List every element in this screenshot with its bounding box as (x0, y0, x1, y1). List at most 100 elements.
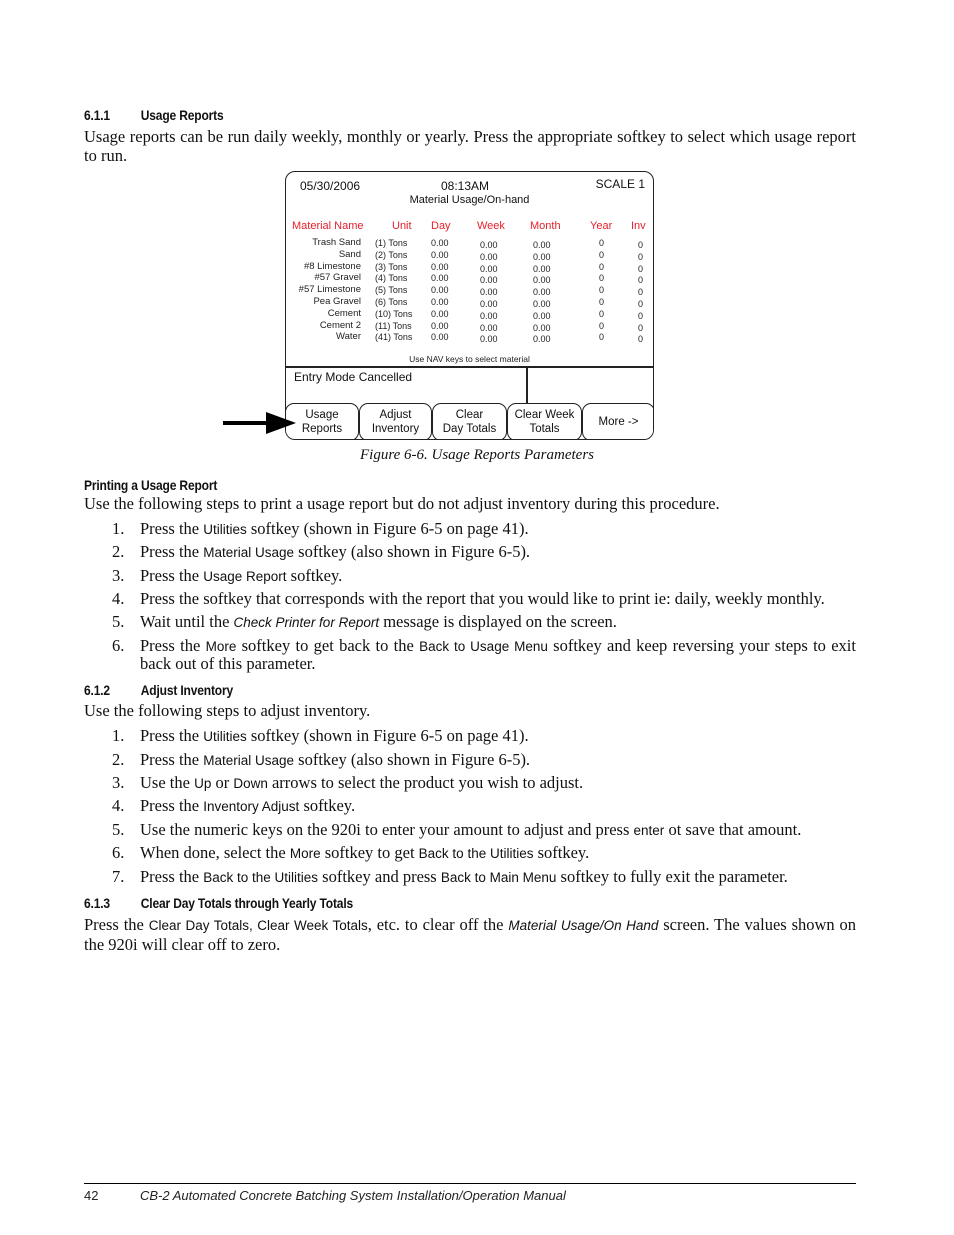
softkey-reference: More (289, 846, 321, 861)
year-cell: 0 (599, 332, 605, 343)
step-number: 1. (112, 519, 125, 538)
week-cell: 0.00 (480, 251, 498, 262)
text-run: Press the (140, 726, 204, 745)
month-cell: 0.00 (533, 299, 551, 309)
step-text: Press the Usage Report softkey. (140, 567, 856, 585)
step-text: Press the Utilities softkey (shown in Fi… (140, 520, 856, 538)
softkey-reference: Back to Usage Menu (419, 639, 548, 654)
step-text: Press the Utilities softkey (shown in Fi… (140, 727, 856, 745)
material-name: #57 Limestone (298, 284, 361, 296)
softkey-reference: Utilities (203, 522, 247, 537)
week-cell: 0.00 (480, 334, 498, 345)
step-number: 2. (112, 542, 125, 561)
screen-title: Material Usage/On-hand (409, 194, 530, 206)
footer-rule (84, 1183, 856, 1184)
text-run: softkey (also shown in Figure 6-5). (294, 542, 531, 561)
material-name: Cement (327, 307, 361, 319)
screen-date: 05/30/2006 (300, 179, 361, 193)
day-cell: 0.00 (431, 273, 449, 284)
step-text: Press the Material Usage softkey (also s… (140, 543, 856, 561)
nav-hint: Use NAV keys to select material (409, 354, 530, 364)
week-cell: 0.00 (480, 310, 498, 321)
screen-time: 08:13AM (441, 179, 490, 193)
section-title: Adjust Inventory (140, 682, 234, 698)
material-name: #57 Gravel (314, 272, 361, 284)
text-run: Wait until the (140, 612, 234, 631)
subheading-printing: Printing a Usage Report (84, 477, 218, 493)
softkey-more[interactable]: More -> (582, 403, 653, 439)
softkey-reference: Clear Day Totals, Clear Week Totals (148, 918, 368, 933)
section-heading-6-1-3: 6.1.3 Clear Day Totals through Yearly Tot… (84, 895, 353, 911)
list-item: 4. Press the Inventory Adjust softkey. (112, 797, 856, 815)
year-cell: 0 (599, 308, 605, 319)
pointer-arrow-icon (223, 421, 269, 425)
step-text: Press the Back to the Utilities softkey … (140, 868, 856, 886)
section-title: Usage Reports (140, 107, 224, 123)
step-number: 5. (112, 820, 125, 839)
softkey-reference: Material Usage (203, 753, 295, 768)
month-cell: 0.00 (533, 310, 551, 321)
section-intro-usage-reports: Usage reports can be run daily weekly, m… (84, 127, 856, 165)
screen-message-reference: Material Usage/On Hand (508, 918, 659, 933)
manual-title: CB-2 Automated Concrete Batching System … (140, 1188, 566, 1203)
step-number: 3. (112, 773, 125, 792)
unit-cell: (1) Tons (375, 238, 408, 248)
text-run: softkey to fully exit the parameter. (556, 867, 788, 886)
list-item: 2. Press the Material Usage softkey (also… (112, 751, 856, 769)
divider (526, 367, 528, 405)
list-item: 6. When done, select the More softkey to … (112, 844, 856, 862)
text-run: Press the (140, 796, 204, 815)
step-number: 6. (112, 636, 125, 655)
softkey-adjust-inventory[interactable]: Adjust Inventory (359, 403, 432, 439)
text-run: Press the (140, 636, 206, 655)
text-run: Press the (84, 915, 149, 934)
text-run: softkey. (286, 566, 343, 585)
text-run: Use the (140, 773, 195, 792)
year-cell: 0 (599, 273, 605, 284)
unit-cell: (41) Tons (375, 332, 413, 343)
softkey-clear-day-totals[interactable]: Clear Day Totals (432, 403, 507, 439)
section-heading-6-1-2: 6.1.2 Adjust Inventory (84, 682, 233, 698)
unit-cell: (6) Tons (375, 297, 408, 307)
week-cell: 0.00 (480, 287, 498, 298)
year-cell: 0 (599, 238, 605, 248)
unit-cell: (11) Tons (375, 320, 412, 331)
step-number: 3. (112, 566, 125, 585)
inv-cell: 0 (638, 334, 644, 345)
list-item: 1. Press the Utilities softkey (shown in … (112, 520, 856, 538)
text-run: softkey to get back to the (236, 636, 420, 655)
step-text: Press the softkey that corresponds with … (140, 590, 856, 607)
list-item: 7. Press the Back to the Utilities softke… (112, 868, 856, 886)
text-run: softkey to get (320, 843, 419, 862)
text-run: Press the (140, 566, 204, 585)
text-run: softkey (shown in Figure 6-5 on page 41)… (246, 726, 529, 745)
softkey-reference: Usage Report (203, 569, 287, 584)
material-name: Cement 2 (319, 319, 361, 331)
softkey-clear-week-totals[interactable]: Clear Week Totals (507, 403, 582, 439)
text-run: softkey and press (318, 867, 441, 886)
week-cell: 0.00 (480, 240, 498, 250)
column-header: Unit (392, 220, 412, 232)
material-name: Pea Gravel (313, 296, 361, 307)
step-text: Wait until the Check Printer for Report … (140, 613, 856, 631)
year-cell: 0 (599, 297, 605, 307)
day-cell: 0.00 (431, 308, 449, 319)
year-cell: 0 (599, 285, 605, 296)
softkey-bar: Usage Reports Adjust Inventory Clear Day To… (286, 403, 653, 439)
day-cell: 0.00 (431, 297, 449, 307)
step-number: 4. (112, 796, 125, 815)
inv-cell: 0 (638, 263, 644, 274)
step-text: When done, select the More softkey to ge… (140, 844, 856, 862)
list-item: 1. Press the Utilities softkey (shown in … (112, 727, 856, 745)
pointer-arrow-head-icon (266, 412, 296, 434)
softkey-reference: Back to the Utilities (418, 846, 534, 861)
day-cell: 0.00 (431, 249, 449, 260)
unit-cell: (5) Tons (375, 285, 408, 296)
step-number: 1. (112, 726, 125, 745)
softkey-usage-reports[interactable]: Usage Reports (286, 403, 359, 439)
month-cell: 0.00 (533, 240, 551, 250)
status-message: Entry Mode Cancelled (294, 370, 413, 384)
material-name: Trash Sand (312, 237, 361, 248)
text-run: softkey (shown in Figure 6-5 on page 41)… (246, 519, 529, 538)
text-run: softkey (also shown in Figure 6-5). (294, 750, 531, 769)
